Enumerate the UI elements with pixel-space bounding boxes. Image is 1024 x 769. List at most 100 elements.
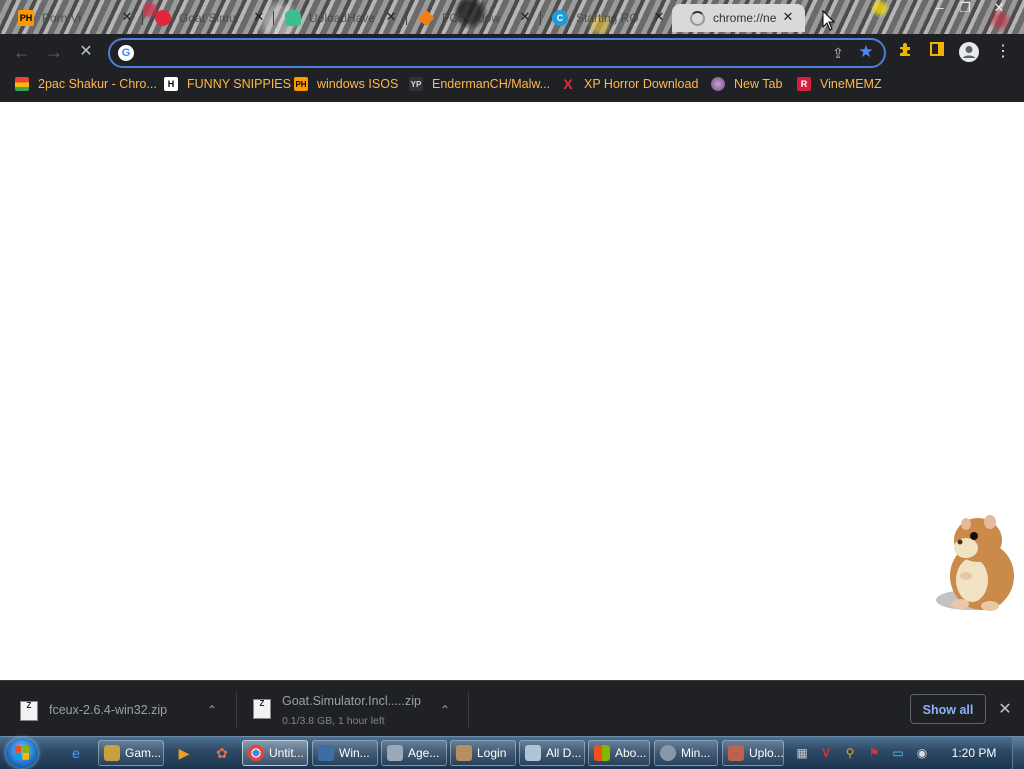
tab-title: FCEU dow: [442, 11, 501, 25]
tab-close-icon[interactable]: ✕: [252, 10, 266, 24]
google-icon: G: [118, 45, 134, 61]
taskbar-label: All D...: [546, 746, 582, 760]
show-desktop-button[interactable]: [1012, 737, 1024, 769]
yp-icon: YP: [409, 77, 423, 91]
menu-kebab-icon[interactable]: ⋮: [992, 41, 1014, 63]
tab-close-icon[interactable]: ✕: [781, 10, 795, 24]
gear-app-icon: [660, 745, 676, 761]
tab-3[interactable]: UploadHave ✕: [267, 4, 404, 32]
chevron-up-icon[interactable]: ⌃: [438, 703, 452, 717]
window-close-button[interactable]: ✕: [986, 0, 1012, 18]
taskbar-item[interactable]: All D...: [519, 740, 585, 766]
download-filename: fceux-2.6.4-win32.zip: [49, 703, 168, 717]
windows-app-icon: [318, 745, 334, 761]
tray-v-icon[interactable]: V: [818, 745, 834, 761]
bookmark-item[interactable]: New Tab: [711, 75, 782, 93]
bookmark-item[interactable]: R VineMEMZ: [797, 75, 882, 93]
side-panel-icon[interactable]: [926, 41, 948, 63]
download-separator: [468, 691, 469, 727]
bookmark-label: XP Horror Download: [584, 77, 699, 91]
tray-flag-icon[interactable]: ⚑: [866, 745, 882, 761]
loading-spinner-icon: [690, 10, 705, 26]
windows-logo-icon: [15, 746, 29, 760]
folder-icon: [525, 745, 541, 761]
games-icon: [104, 745, 120, 761]
tab-title: Goat Simul: [179, 11, 239, 25]
taskbar-label: Win...: [339, 746, 370, 760]
page-content: [0, 102, 1024, 680]
omnibox[interactable]: G ⇪ ★: [108, 38, 886, 68]
tab-strip: PH Porn Vi ✕ Goat Simul ✕ UploadHave ✕ F…: [0, 0, 1024, 34]
taskbar-label: Abo...: [615, 746, 647, 760]
tab-close-icon[interactable]: ✕: [652, 10, 666, 24]
uploadhaven-favicon: [285, 10, 301, 26]
tab-title: Porn Vi: [42, 11, 82, 25]
upload-app-icon: [728, 745, 744, 761]
taskbar-label: Age...: [408, 746, 440, 760]
taskbar-item[interactable]: Win...: [312, 740, 378, 766]
extensions-puzzle-icon[interactable]: [895, 41, 917, 63]
paint-icon[interactable]: ✿: [212, 743, 232, 763]
taskbar-label: Gam...: [125, 746, 162, 760]
taskbar-item[interactable]: Abo...: [588, 740, 650, 766]
share-icon[interactable]: ⇪: [828, 43, 848, 63]
chrome-icon: [248, 745, 264, 761]
taskbar-label: Min...: [681, 746, 711, 760]
bookmark-item[interactable]: YP EndermanCH/Malw...: [409, 75, 550, 93]
tab-6-active[interactable]: chrome://ne ✕: [672, 4, 805, 32]
taskbar-item[interactable]: Age...: [381, 740, 447, 766]
tab-5[interactable]: C Starting RO ✕: [534, 4, 672, 32]
tray-monitor-icon[interactable]: ▭: [890, 745, 906, 761]
show-all-button[interactable]: Show all: [910, 694, 986, 724]
ph-favicon: PH: [18, 10, 34, 26]
taskbar-item[interactable]: Gam...: [98, 740, 164, 766]
login-icon: [456, 745, 472, 761]
tab-close-icon[interactable]: ✕: [120, 10, 134, 24]
profile-avatar-icon[interactable]: [958, 41, 980, 63]
globe-icon: [711, 77, 725, 91]
tray-search-icon[interactable]: ⚲: [842, 745, 858, 761]
taskbar-item-active[interactable]: Untit...: [242, 740, 308, 766]
start-button[interactable]: [6, 738, 38, 768]
taskbar-item[interactable]: Login: [450, 740, 516, 766]
h-icon: H: [164, 77, 178, 91]
chevron-up-icon[interactable]: ⌃: [205, 703, 219, 717]
taskbar-item[interactable]: Min...: [654, 740, 718, 766]
download-item[interactable]: Z Goat.Simulator.Incl.....zip 0.1/3.8 GB…: [237, 681, 467, 737]
back-button[interactable]: ←: [10, 40, 34, 64]
bookmark-item[interactable]: 2pac Shakur - Chro...: [15, 75, 157, 93]
tab-title: Starting RO: [576, 11, 639, 25]
bookmark-item[interactable]: X XP Horror Download: [561, 75, 698, 93]
mouse-cursor-icon: [822, 10, 836, 31]
clock[interactable]: 1:20 PM: [944, 746, 1004, 760]
goat-favicon: [155, 10, 171, 26]
r-icon: R: [797, 77, 811, 91]
media-player-icon[interactable]: ▶: [174, 743, 194, 763]
bookmark-item[interactable]: H FUNNY SNIPPIES: [164, 75, 291, 93]
tab-close-icon[interactable]: ✕: [384, 10, 398, 24]
bookmark-star-icon[interactable]: ★: [856, 42, 876, 62]
tab-4[interactable]: FCEU dow ✕: [400, 4, 538, 32]
tray-app-icon[interactable]: ▦: [794, 745, 810, 761]
tray-volume-icon[interactable]: ◉: [914, 745, 930, 761]
stop-button[interactable]: ✕: [74, 40, 98, 64]
address-input[interactable]: [142, 43, 806, 63]
bookmark-label: FUNNY SNIPPIES: [187, 77, 291, 91]
internet-explorer-icon[interactable]: e: [66, 743, 86, 763]
tab-title: UploadHave: [309, 11, 376, 25]
forward-button[interactable]: →: [42, 40, 66, 64]
hamster-mascot: [936, 515, 1014, 611]
minimize-button[interactable]: –: [927, 0, 953, 18]
tab-2[interactable]: Goat Simul ✕: [137, 4, 272, 32]
bookmark-label: windows ISOS: [317, 77, 399, 91]
bookmark-item[interactable]: PH windows ISOS: [294, 75, 398, 93]
tab-close-icon[interactable]: ✕: [518, 10, 532, 24]
download-shelf: Z fceux-2.6.4-win32.zip ⌃ Z Goat.Simulat…: [0, 680, 1024, 737]
download-filename: Goat.Simulator.Incl.....zip: [282, 694, 421, 708]
maximize-button[interactable]: ❐: [952, 0, 978, 18]
bookmarks-bar: 2pac Shakur - Chro... H FUNNY SNIPPIES P…: [0, 70, 1024, 102]
tab-1[interactable]: PH Porn Vi ✕: [0, 4, 140, 32]
shelf-close-icon[interactable]: ✕: [996, 701, 1014, 719]
download-item[interactable]: Z fceux-2.6.4-win32.zip ⌃: [0, 681, 236, 737]
taskbar-item[interactable]: Uplo...: [722, 740, 784, 766]
